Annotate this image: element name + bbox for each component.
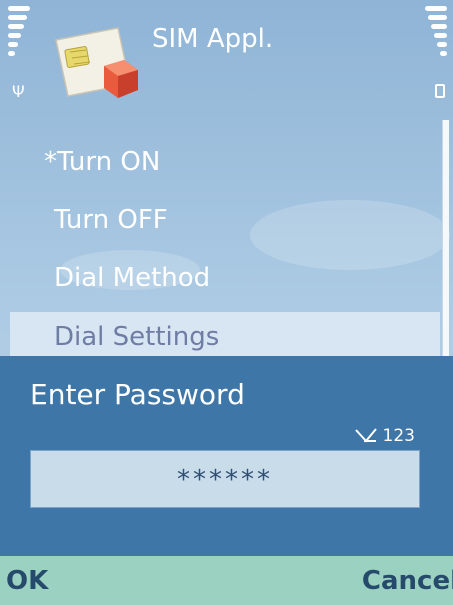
- scrollbar[interactable]: [442, 120, 449, 358]
- antenna-icon: Ψ: [12, 82, 25, 101]
- phone-screen: Ψ SIM Appl. *Turn ON Turn OFF Dial Metho…: [0, 0, 453, 605]
- ok-softkey[interactable]: OK: [6, 566, 48, 596]
- softkey-bar: OK Cancel: [0, 556, 453, 605]
- input-mode-label: 123: [382, 426, 415, 446]
- sim-card-icon: [55, 27, 138, 98]
- battery-level-indicator: [425, 6, 447, 60]
- cancel-softkey[interactable]: Cancel: [362, 566, 453, 596]
- signal-strength-indicator: [8, 6, 30, 60]
- input-mode-indicator: 123: [354, 426, 415, 446]
- pen-input-icon: [354, 428, 377, 443]
- battery-icon: [435, 84, 445, 98]
- sim-menu-list: *Turn ON Turn OFF Dial Method Dial Setti…: [0, 138, 440, 364]
- password-input[interactable]: ******: [30, 450, 420, 508]
- menu-item-turn-on[interactable]: *Turn ON: [0, 138, 440, 196]
- menu-item-dial-method[interactable]: Dial Method: [0, 254, 440, 312]
- menu-item-turn-off[interactable]: Turn OFF: [0, 196, 440, 254]
- app-title: SIM Appl.: [152, 24, 274, 54]
- dialog-title: Enter Password: [30, 378, 245, 411]
- password-dialog: Enter Password 123 ******: [0, 356, 453, 556]
